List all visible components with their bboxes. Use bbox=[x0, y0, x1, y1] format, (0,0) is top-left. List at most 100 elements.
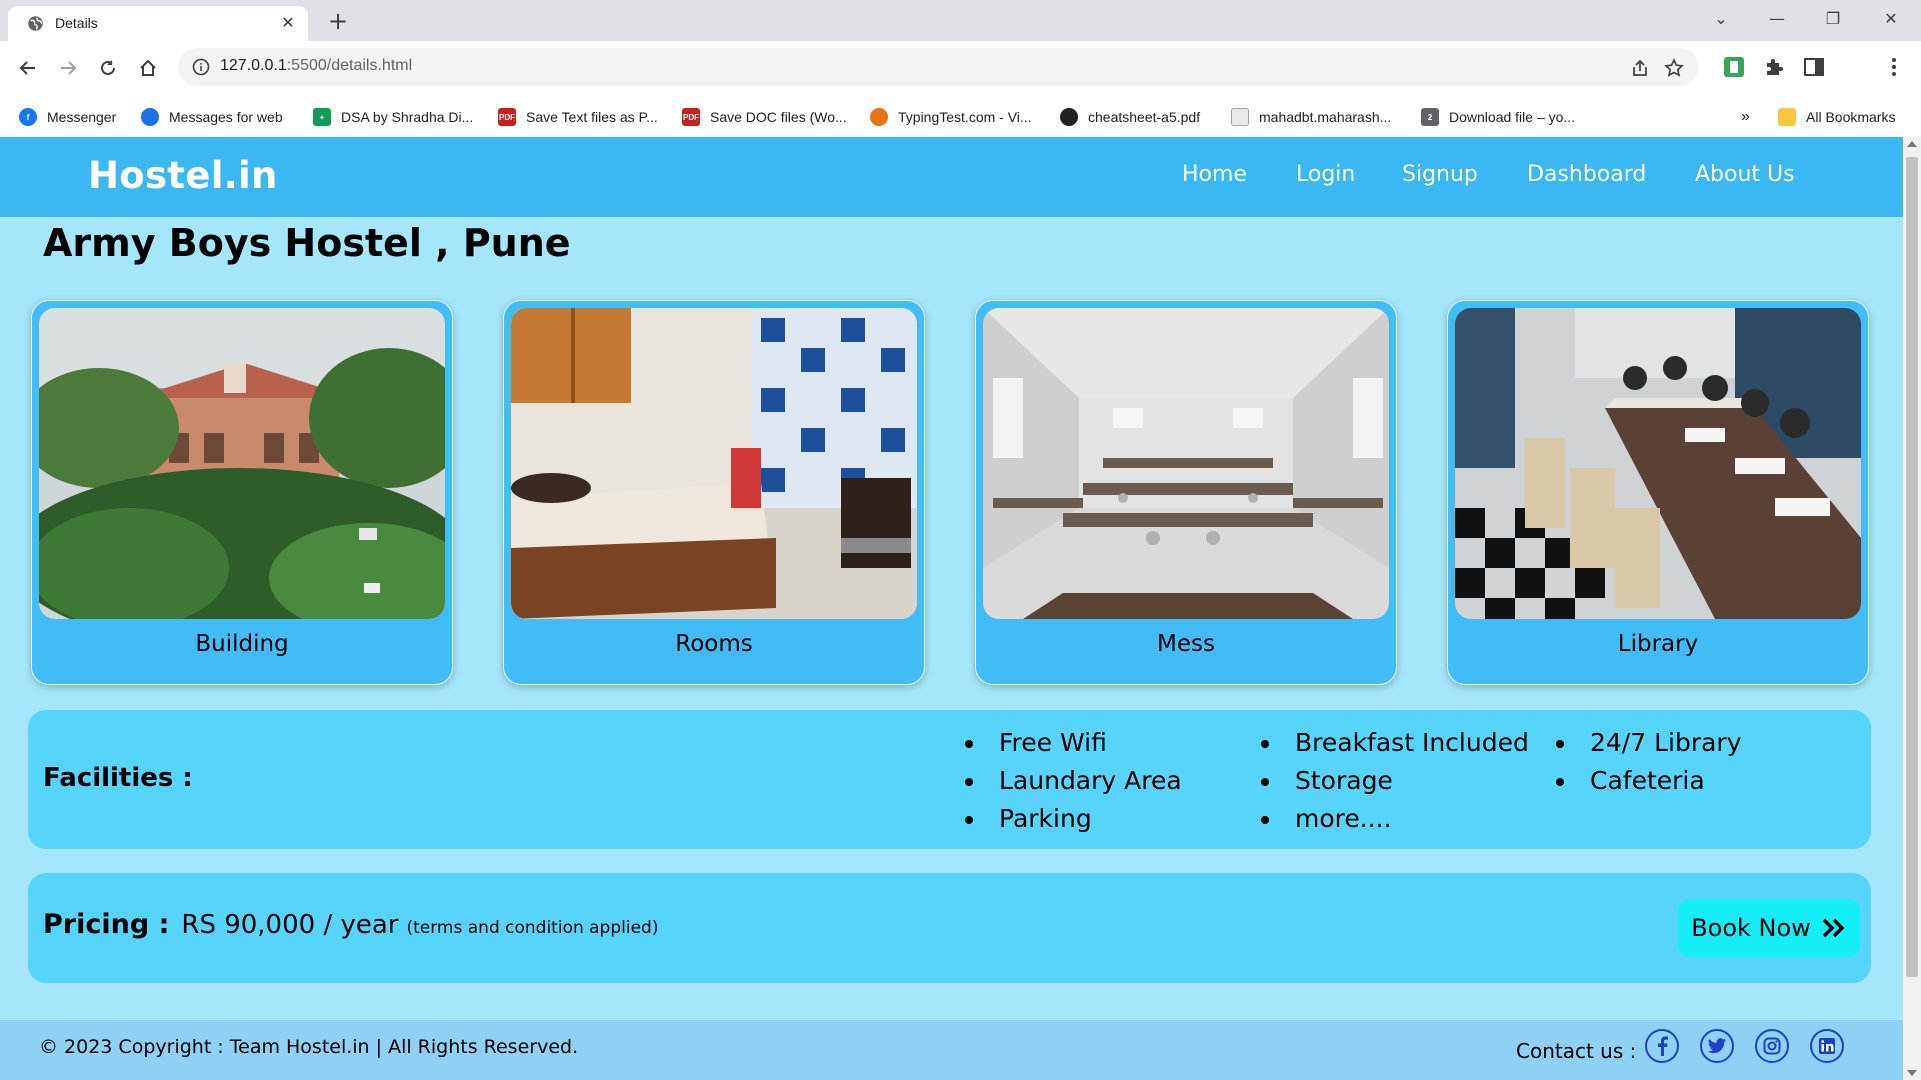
sheets-icon: + bbox=[313, 108, 331, 126]
nav-home[interactable]: Home bbox=[1182, 162, 1247, 187]
forward-arrow-icon bbox=[61, 61, 77, 75]
facilities-list: Breakfast Included Storage more.... bbox=[1257, 724, 1529, 838]
twitter-icon[interactable] bbox=[1700, 1029, 1734, 1063]
card-caption: Library bbox=[1617, 631, 1699, 657]
cheatsheet-icon bbox=[1060, 108, 1078, 126]
folder-icon bbox=[1778, 108, 1796, 126]
facilities-label: Facilities : bbox=[43, 763, 193, 793]
nav-about-us[interactable]: About Us bbox=[1695, 162, 1795, 187]
price-value: RS 90,000 / year bbox=[181, 910, 399, 940]
linkedin-icon[interactable] bbox=[1810, 1029, 1844, 1063]
pricing-panel: Pricing : RS 90,000 / year (terms and co… bbox=[28, 873, 1871, 983]
book-now-button[interactable]: Book Now bbox=[1678, 899, 1860, 957]
browser-tab-strip: Details ✕ + ⌄ — ❐ ✕ bbox=[0, 0, 1921, 41]
card-mess[interactable]: Mess bbox=[975, 300, 1397, 685]
double-chevron-right-icon bbox=[1822, 918, 1845, 938]
star-bookmark-icon[interactable] bbox=[1664, 58, 1684, 78]
list-item: more.... bbox=[1257, 800, 1529, 838]
forward-button[interactable] bbox=[52, 52, 84, 84]
instagram-icon[interactable] bbox=[1755, 1029, 1789, 1063]
messages-icon bbox=[141, 108, 159, 126]
tab-search-icon[interactable]: ⌄ bbox=[1693, 0, 1749, 41]
facilities-list: Free Wifi Laundary Area Parking bbox=[961, 724, 1182, 838]
bookmark-mahadbt[interactable]: mahadbt.maharash... bbox=[1231, 107, 1391, 127]
new-tab-button[interactable]: + bbox=[323, 8, 353, 36]
nav-login[interactable]: Login bbox=[1296, 162, 1355, 187]
bookmark-messenger[interactable]: f Messenger bbox=[19, 107, 116, 127]
bookmarks-bar: f Messenger Messages for web + DSA by Shra… bbox=[0, 97, 1921, 137]
page-content: Hostel.in Home Login Signup Dashboard Ab… bbox=[0, 137, 1903, 1080]
card-caption: Rooms bbox=[675, 631, 753, 657]
bookmark-cheatsheet[interactable]: cheatsheet-a5.pdf bbox=[1060, 107, 1200, 127]
tab-title: Details bbox=[55, 15, 98, 31]
card-rooms[interactable]: Rooms bbox=[503, 300, 925, 685]
side-panel-icon[interactable] bbox=[1802, 55, 1826, 79]
card-caption: Mess bbox=[1157, 631, 1215, 657]
mess-photo bbox=[983, 308, 1389, 619]
list-item: Parking bbox=[961, 800, 1182, 838]
copyright-text: © 2023 Copyright : Team Hostel.in | All … bbox=[39, 1036, 579, 1058]
tab-close-icon[interactable]: ✕ bbox=[278, 13, 298, 33]
card-caption: Building bbox=[195, 631, 289, 657]
list-item: Cafeteria bbox=[1552, 762, 1742, 800]
bookmark-download-file[interactable]: 2 Download file – yo... bbox=[1421, 107, 1575, 127]
price-line: Pricing : RS 90,000 / year (terms and co… bbox=[43, 909, 658, 940]
scrollbar-thumb[interactable] bbox=[1906, 157, 1918, 977]
list-item: Storage bbox=[1257, 762, 1529, 800]
scroll-up-arrow-icon[interactable] bbox=[1907, 141, 1917, 147]
site-navbar: Hostel.in Home Login Signup Dashboard Ab… bbox=[0, 137, 1903, 217]
messenger-icon: f bbox=[19, 108, 37, 126]
bookmark-typingtest[interactable]: TypingTest.com - Vi... bbox=[870, 107, 1032, 127]
page-title: Army Boys Hostel , Pune bbox=[43, 221, 571, 265]
bookmark-save-text[interactable]: PDF Save Text files as P... bbox=[498, 107, 658, 127]
list-item: Laundary Area bbox=[961, 762, 1182, 800]
price-note: (terms and condition applied) bbox=[406, 918, 659, 938]
all-bookmarks[interactable]: All Bookmarks bbox=[1778, 107, 1895, 127]
share-icon[interactable] bbox=[1630, 58, 1650, 78]
list-item: 24/7 Library bbox=[1552, 724, 1742, 762]
list-item: Free Wifi bbox=[961, 724, 1182, 762]
download-file-icon: 2 bbox=[1421, 108, 1439, 126]
nav-signup[interactable]: Signup bbox=[1402, 162, 1478, 187]
restore-button[interactable]: ❐ bbox=[1805, 0, 1861, 41]
library-photo bbox=[1455, 308, 1861, 619]
bookmark-save-doc[interactable]: PDF Save DOC files (Wo... bbox=[682, 107, 847, 127]
extensions-puzzle-icon[interactable] bbox=[1762, 55, 1786, 79]
scroll-down-arrow-icon[interactable] bbox=[1907, 1070, 1917, 1076]
minimize-button[interactable]: — bbox=[1749, 0, 1805, 41]
close-window-button[interactable]: ✕ bbox=[1863, 0, 1919, 41]
pdf-icon: PDF bbox=[498, 108, 516, 126]
site-info-icon[interactable] bbox=[192, 58, 210, 76]
home-button[interactable] bbox=[132, 52, 164, 84]
document-icon bbox=[1231, 108, 1249, 126]
home-icon bbox=[140, 59, 156, 76]
bookmarks-overflow-chevron-icon[interactable]: » bbox=[1741, 107, 1750, 127]
back-button[interactable] bbox=[12, 52, 44, 84]
facebook-icon[interactable] bbox=[1645, 1029, 1679, 1063]
reload-button[interactable] bbox=[92, 52, 124, 84]
card-building[interactable]: Building bbox=[31, 300, 453, 685]
pdf-icon: PDF bbox=[682, 108, 700, 126]
facilities-panel: Facilities : Free Wifi Laundary Area Par… bbox=[28, 710, 1871, 849]
globe-icon bbox=[28, 16, 43, 31]
card-library[interactable]: Library bbox=[1447, 300, 1869, 685]
site-logo[interactable]: Hostel.in bbox=[88, 154, 278, 197]
bookmark-messages[interactable]: Messages for web bbox=[141, 107, 283, 127]
bookmark-dsa[interactable]: + DSA by Shradha Di... bbox=[313, 107, 473, 127]
nav-dashboard[interactable]: Dashboard bbox=[1527, 162, 1646, 187]
browser-tab[interactable]: Details ✕ bbox=[8, 6, 308, 41]
contact-label: Contact us : bbox=[1516, 1039, 1637, 1063]
building-photo bbox=[39, 308, 445, 619]
list-item: Breakfast Included bbox=[1257, 724, 1529, 762]
pricing-label: Pricing : bbox=[43, 909, 170, 940]
reload-icon bbox=[101, 60, 115, 75]
address-bar[interactable]: 127.0.0.1:5500/details.html bbox=[178, 48, 1699, 86]
book-now-label: Book Now bbox=[1691, 914, 1811, 942]
facilities-list: 24/7 Library Cafeteria bbox=[1552, 724, 1742, 800]
url-text: 127.0.0.1:5500/details.html bbox=[220, 57, 413, 74]
site-footer: © 2023 Copyright : Team Hostel.in | All … bbox=[0, 1020, 1903, 1080]
page-scrollbar[interactable] bbox=[1903, 137, 1921, 1080]
extension-green-icon[interactable] bbox=[1722, 55, 1746, 79]
rooms-photo bbox=[511, 308, 917, 619]
kebab-menu-icon[interactable] bbox=[1882, 55, 1906, 79]
